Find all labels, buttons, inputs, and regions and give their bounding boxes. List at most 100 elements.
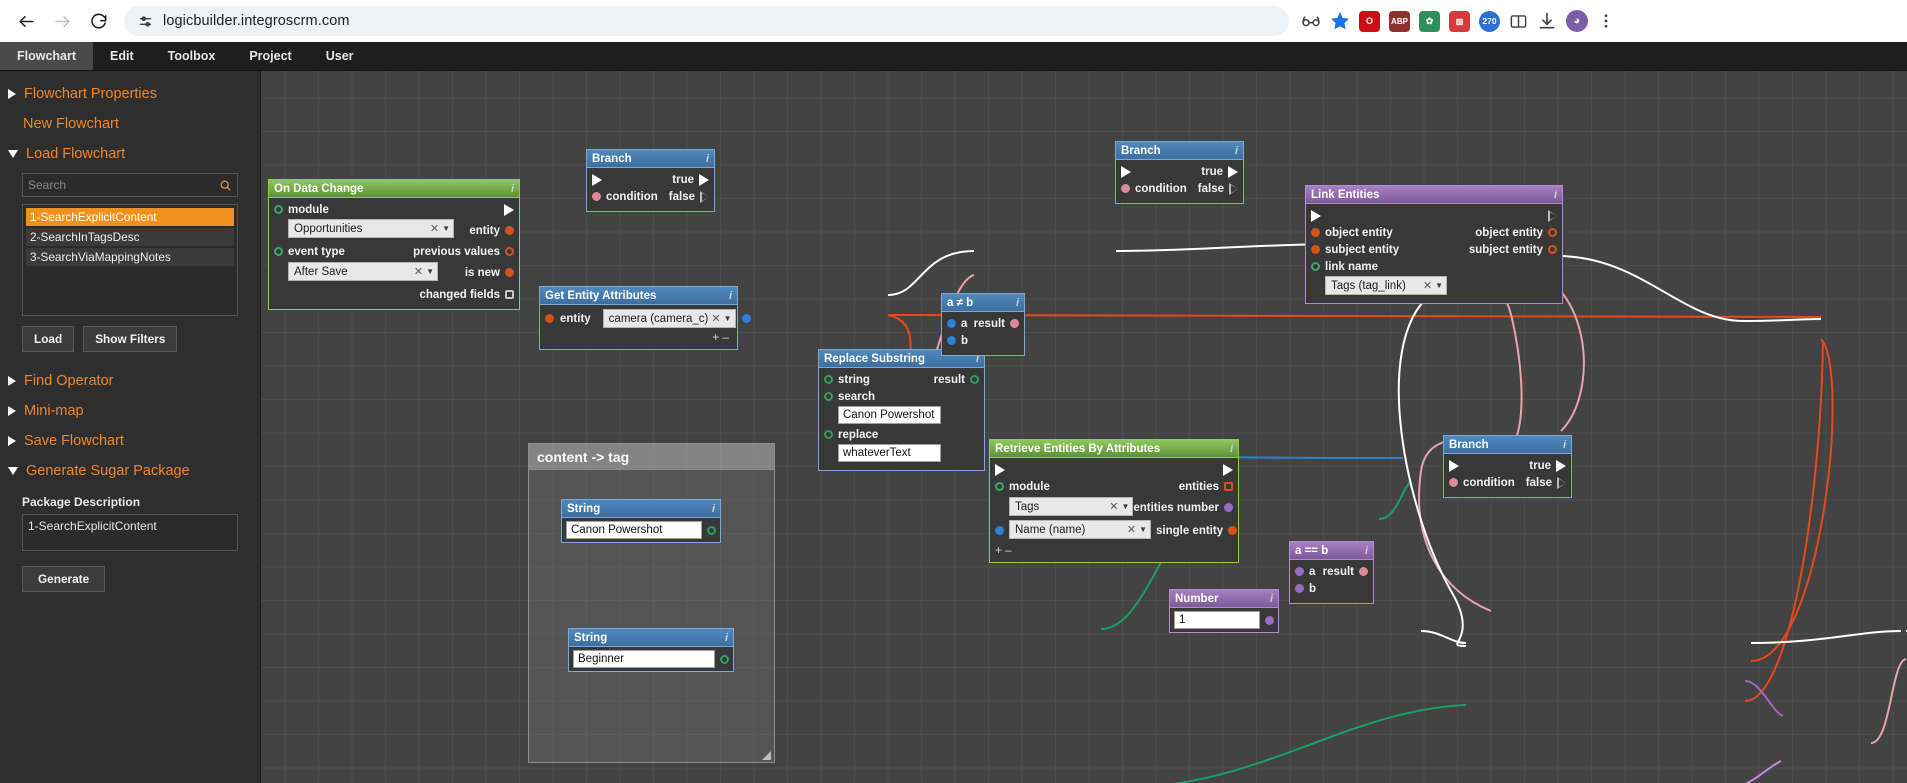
info-icon[interactable]: i (1365, 545, 1368, 557)
menu-item-user[interactable]: User (309, 42, 371, 70)
info-icon[interactable]: i (706, 153, 709, 165)
flowchart-list[interactable]: 1-SearchExplicitContent 2-SearchInTagsDe… (22, 204, 238, 316)
profile-avatar[interactable]: ◕ (1566, 10, 1588, 32)
add-remove-row[interactable]: +– (545, 330, 732, 344)
info-icon[interactable]: i (1554, 189, 1557, 201)
node-header[interactable]: String i (562, 500, 720, 518)
list-item[interactable]: 3-SearchViaMappingNotes (26, 248, 234, 266)
node-header[interactable]: On Data Change i (269, 180, 519, 198)
info-icon[interactable]: i (712, 503, 715, 515)
input-port-string[interactable] (824, 375, 833, 384)
show-filters-button[interactable]: Show Filters (83, 326, 178, 352)
node-header[interactable]: a == b i (1290, 542, 1373, 560)
counter-badge[interactable]: 270 (1479, 10, 1500, 32)
input-port-subject-entity[interactable] (1311, 245, 1320, 254)
input-port-object-entity[interactable] (1311, 228, 1320, 237)
string-value-input[interactable]: Beginner (573, 650, 715, 668)
node-header[interactable]: a ≠ b i (942, 294, 1024, 312)
opera-icon[interactable]: O (1359, 10, 1380, 32)
leaf-icon[interactable]: ✿ (1419, 10, 1440, 32)
menu-item-project[interactable]: Project (232, 42, 308, 70)
exec-input-port[interactable] (1311, 209, 1321, 222)
info-icon[interactable]: i (1235, 145, 1238, 157)
search-field[interactable] (22, 173, 238, 197)
list-item[interactable]: 2-SearchInTagsDesc (26, 228, 234, 246)
back-button[interactable] (10, 5, 42, 37)
output-port-result[interactable] (1010, 319, 1019, 328)
exec-output-port-false[interactable] (1557, 476, 1566, 489)
abp-icon[interactable]: ABP (1389, 10, 1410, 32)
split-screen-icon[interactable] (1509, 12, 1528, 31)
clear-icon[interactable]: ✕ (1423, 279, 1432, 292)
node-header[interactable]: Branch i (1116, 142, 1243, 160)
node-header[interactable]: Branch i (587, 150, 714, 168)
forward-button[interactable] (46, 5, 78, 37)
exec-output-port-false[interactable] (700, 190, 709, 203)
chevron-down-icon[interactable]: ▼ (1121, 502, 1129, 511)
info-icon[interactable]: i (1563, 439, 1566, 451)
output-port-previous-values[interactable] (505, 247, 514, 256)
exec-output-port[interactable] (1223, 463, 1233, 476)
link-name-select[interactable]: Tags (tag_link) ✕ ▼ (1325, 276, 1447, 295)
info-icon[interactable]: i (1230, 443, 1233, 455)
sidebar-item-generate-sugar-package[interactable]: Generate Sugar Package (0, 456, 260, 486)
address-bar[interactable]: logicbuilder.integroscrm.com (124, 6, 1289, 36)
exec-output-port-false[interactable] (1229, 182, 1238, 195)
input-port-b[interactable] (947, 336, 956, 345)
replace-text-input[interactable]: whateverText (838, 444, 941, 462)
node-not-equal[interactable]: a ≠ b i a result b (941, 293, 1025, 356)
node-branch-2[interactable]: Branch i true condition false (1115, 141, 1244, 204)
star-icon[interactable] (1330, 11, 1350, 31)
generate-button[interactable]: Generate (22, 566, 106, 592)
package-description-input[interactable] (22, 514, 238, 551)
info-icon[interactable]: i (725, 632, 728, 644)
output-port-entities[interactable] (1224, 482, 1233, 491)
node-header[interactable]: Retrieve Entities By Attributes i (990, 440, 1238, 458)
remove-icon[interactable]: – (722, 330, 732, 344)
clear-icon[interactable]: ✕ (1109, 500, 1118, 513)
node-header[interactable]: Get Entity Attributes i (540, 287, 737, 305)
sidebar-item-load-flowchart[interactable]: Load Flowchart (0, 139, 260, 169)
sidebar-item-find-operator[interactable]: Find Operator (0, 366, 260, 396)
attribute-select[interactable]: Name (name) ✕ ▼ (1009, 520, 1151, 539)
input-port-link-name[interactable] (1311, 262, 1320, 271)
string-value-input[interactable]: Canon Powershot (566, 521, 702, 539)
output-port-subject-entity[interactable] (1548, 245, 1557, 254)
list-item[interactable]: 1-SearchExplicitContent (26, 208, 234, 226)
output-port-result[interactable] (1359, 567, 1368, 576)
node-string-1[interactable]: String i Canon Powershot (561, 499, 721, 543)
output-port-single-entity[interactable] (1228, 526, 1238, 535)
info-icon[interactable]: i (511, 183, 514, 195)
sidebar-item-mini-map[interactable]: Mini-map (0, 396, 260, 426)
input-port-a[interactable] (1295, 567, 1304, 576)
node-branch-1[interactable]: Branch i true condition false (586, 149, 715, 212)
input-port-a[interactable] (947, 319, 956, 328)
chevron-down-icon[interactable]: ▼ (724, 314, 732, 323)
sidebar-item-new-flowchart[interactable]: New Flowchart (0, 109, 260, 139)
output-port-value[interactable] (707, 525, 716, 535)
node-retrieve-entities-by-attributes[interactable]: Retrieve Entities By Attributes i module… (989, 439, 1239, 563)
node-header[interactable]: Number i (1170, 590, 1278, 608)
download-icon[interactable] (1537, 11, 1557, 31)
sidebar-item-flowchart-properties[interactable]: Flowchart Properties (0, 79, 260, 109)
output-port-changed-fields[interactable] (505, 290, 514, 299)
clear-icon[interactable]: ✕ (414, 265, 423, 278)
exec-output-port-true[interactable] (1228, 165, 1238, 178)
clear-icon[interactable]: ✕ (711, 312, 720, 325)
load-button[interactable]: Load (22, 326, 75, 352)
exec-input-port[interactable] (1449, 459, 1459, 472)
search-input[interactable] (28, 178, 219, 192)
input-port-module[interactable] (995, 482, 1004, 491)
input-port-attribute[interactable] (995, 526, 1004, 535)
chevron-down-icon[interactable]: ▼ (442, 224, 450, 233)
node-group-content-to-tag[interactable]: content -> tag (528, 443, 775, 763)
remove-icon[interactable]: – (1005, 543, 1015, 557)
chevron-down-icon[interactable]: ▼ (1139, 525, 1147, 534)
exec-output-port[interactable] (1548, 209, 1557, 222)
node-link-entities[interactable]: Link Entities i object entity object ent… (1305, 185, 1563, 304)
input-port-search[interactable] (824, 392, 833, 401)
node-branch-3[interactable]: Branch i true condition false (1443, 435, 1572, 498)
number-value-input[interactable]: 1 (1174, 611, 1260, 629)
group-resize-handle[interactable] (762, 751, 771, 760)
entity-select[interactable]: camera (camera_c) ✕ ▼ (602, 309, 736, 328)
